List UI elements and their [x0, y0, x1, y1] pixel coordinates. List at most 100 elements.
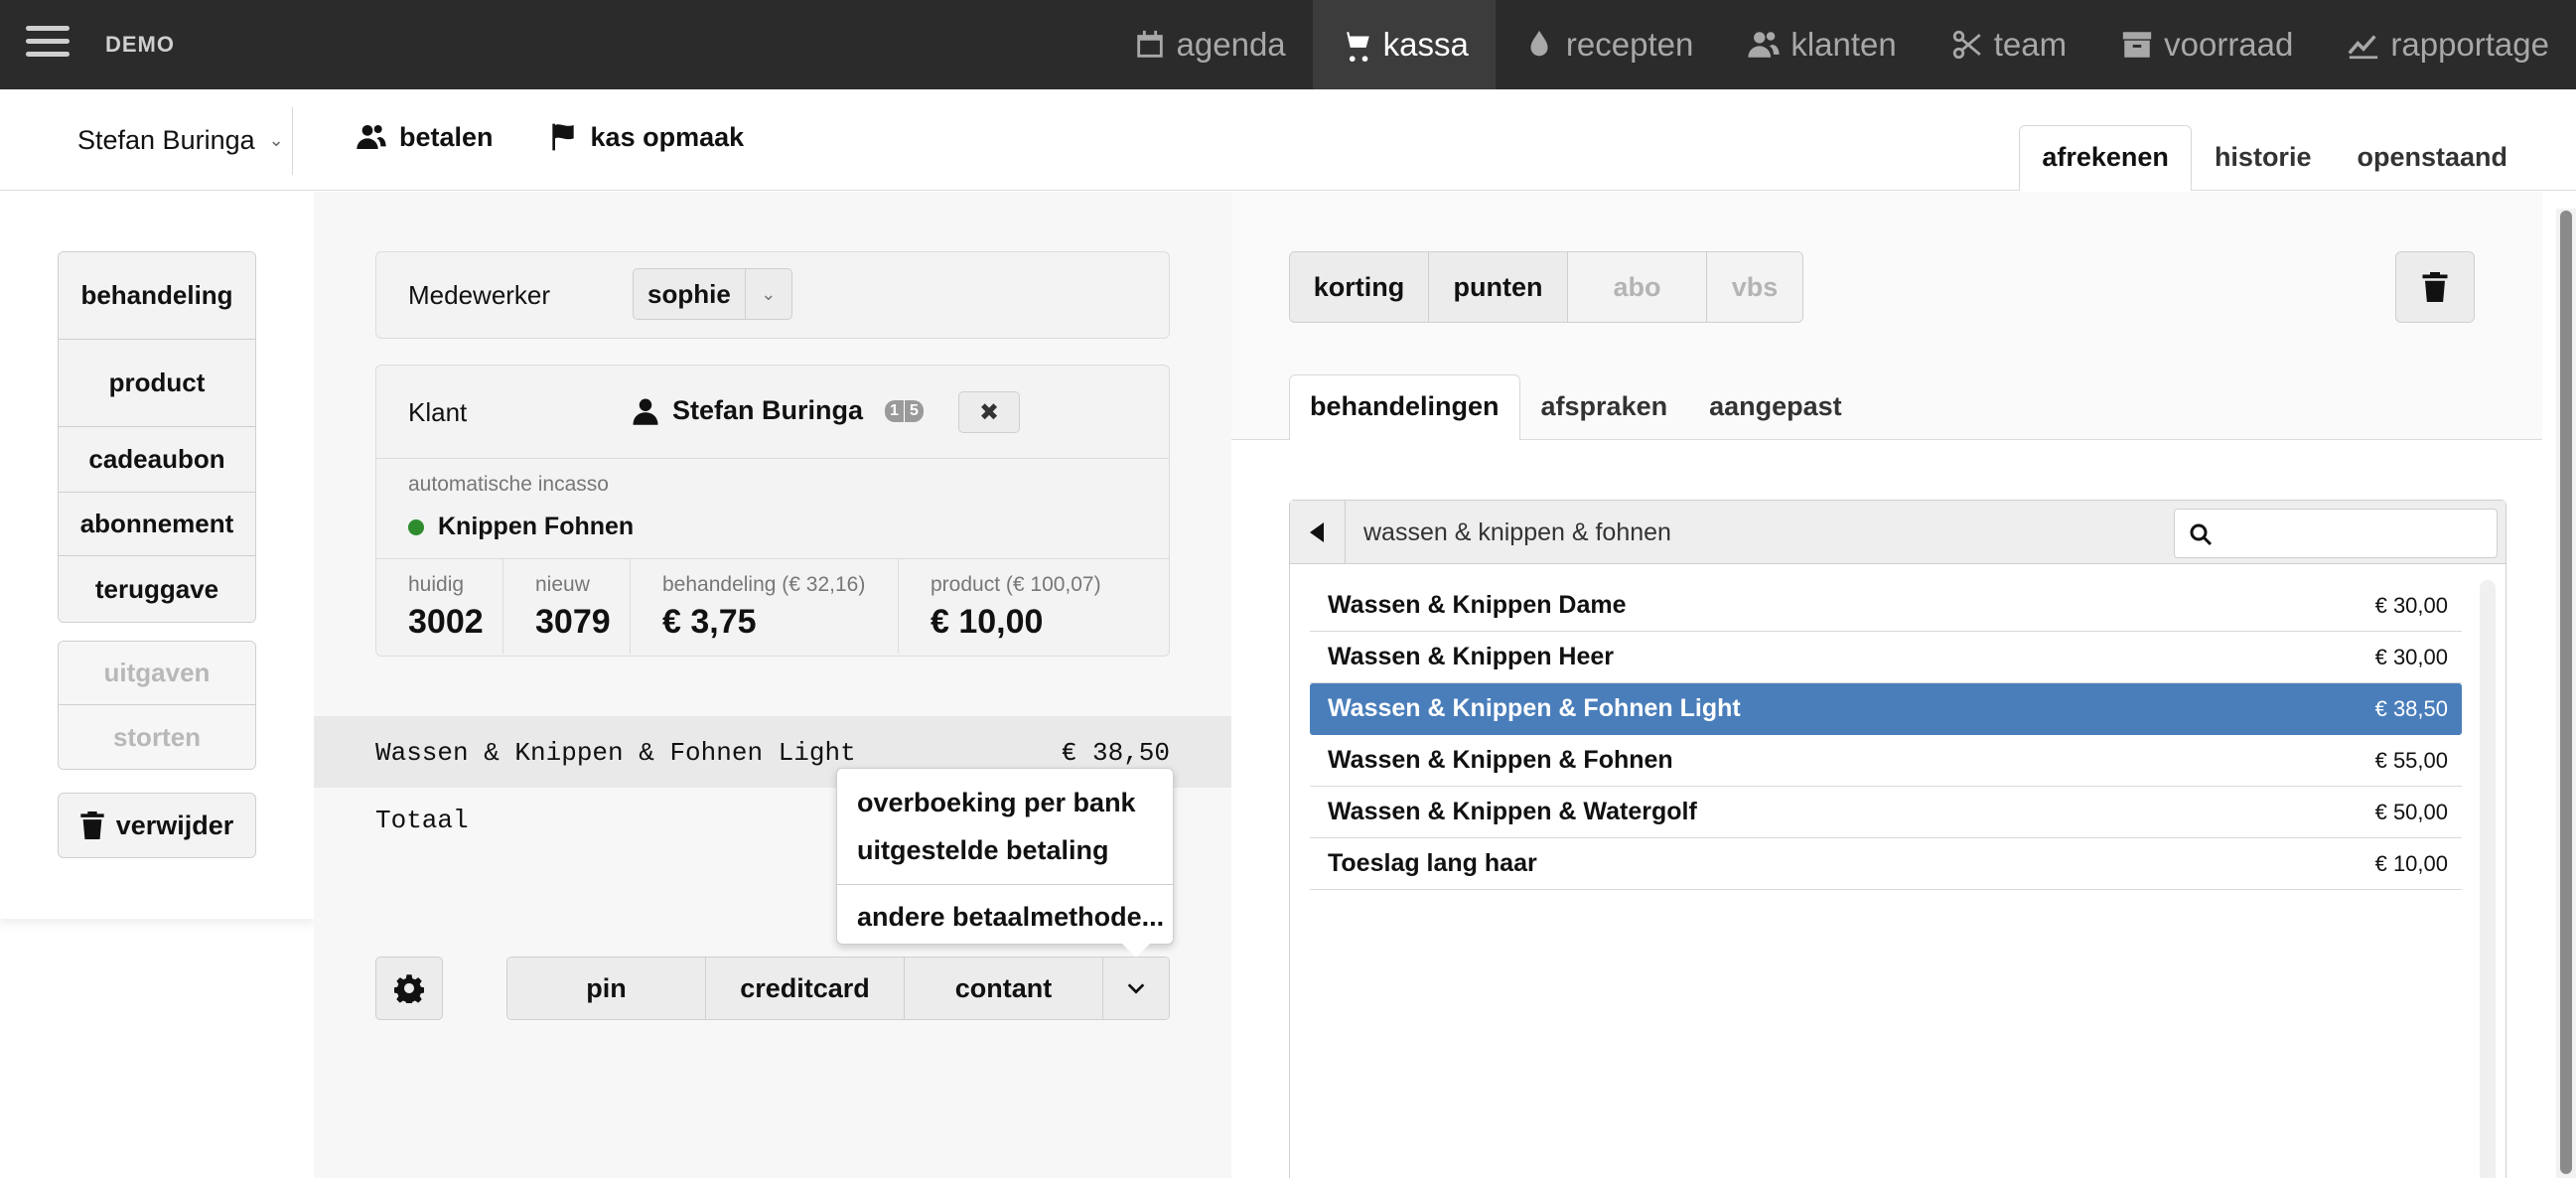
remove-klant-button[interactable]: ✖ — [958, 391, 1020, 433]
nav-voorraad[interactable]: voorraad — [2093, 0, 2320, 89]
back-button[interactable] — [1290, 501, 1346, 564]
klant-badge: 15 — [885, 399, 924, 422]
badge-part: 5 — [904, 399, 924, 422]
vbs-button[interactable]: vbs — [1707, 252, 1802, 322]
dropdown-pointer — [1122, 944, 1150, 957]
menu-item-overboeking[interactable]: overboeking per bank — [837, 779, 1173, 826]
list-item[interactable]: Wassen & Knippen Heer € 30,00 — [1310, 632, 2462, 683]
incasso-label: automatische incasso — [408, 473, 609, 496]
search-field[interactable] — [2174, 509, 2498, 558]
treatment-list-panel: wassen & knippen & fohnen Wassen & Knipp… — [1289, 500, 2506, 1178]
abo-button[interactable]: abo — [1568, 252, 1707, 322]
nav-klanten[interactable]: klanten — [1720, 0, 1923, 89]
user-icon — [633, 398, 658, 425]
item-type-group: behandeling product cadeaubon abonnement… — [58, 251, 256, 623]
nav-agenda-label: agenda — [1176, 26, 1286, 63]
behandeling-button[interactable]: behandeling — [59, 252, 255, 340]
points-stats: huidig 3002 nieuw 3079 behandeling (€ 32… — [376, 558, 1169, 654]
item-name: Wassen & Knippen & Watergolf — [1328, 798, 1697, 825]
pin-button[interactable]: pin — [507, 957, 706, 1019]
scrollbar-thumb[interactable] — [2560, 211, 2572, 1174]
menu-item-uitgestelde-betaling[interactable]: uitgestelde betaling — [837, 826, 1173, 874]
verwijder-button[interactable]: verwijder — [58, 793, 256, 858]
verwijder-label: verwijder — [115, 810, 234, 840]
betalen-button[interactable]: betalen — [356, 121, 494, 153]
tab-behandelingen[interactable]: behandelingen — [1289, 374, 1520, 440]
right-toolbar: korting punten abo vbs behandelingen afs… — [1231, 192, 2542, 440]
list-item[interactable]: Wassen & Knippen & Watergolf € 50,00 — [1310, 787, 2462, 838]
nav-agenda[interactable]: agenda — [1106, 0, 1313, 89]
product-button[interactable]: product — [59, 340, 255, 427]
brand-label: DEMO — [105, 32, 175, 57]
tab-aangepast[interactable]: aangepast — [1688, 374, 1863, 440]
medewerker-label: Medewerker — [408, 280, 551, 310]
item-price: € 50,00 — [2374, 799, 2448, 824]
menu-item-andere-betaalmethode[interactable]: andere betaalmethode... — [837, 893, 1173, 941]
search-input[interactable] — [2222, 517, 2481, 549]
tab-afrekenen[interactable]: afrekenen — [2019, 125, 2192, 191]
payment-buttons: pin creditcard contant — [506, 957, 1170, 1020]
trash-icon — [80, 811, 104, 839]
more-payments-button[interactable] — [1103, 957, 1169, 1019]
klant-name-text: Stefan Buringa — [672, 395, 864, 425]
cash-group: uitgaven storten — [58, 641, 256, 770]
clear-button[interactable] — [2395, 251, 2475, 323]
contant-button[interactable]: contant — [905, 957, 1103, 1019]
divider — [292, 107, 293, 175]
list-item[interactable]: Toeslag lang haar € 10,00 — [1310, 838, 2462, 890]
badge-part: 1 — [885, 399, 905, 422]
payment-dropdown-menu: overboeking per bank uitgestelde betalin… — [836, 768, 1174, 945]
chevron-down-icon[interactable]: ⌄ — [746, 269, 791, 319]
user-select-value: Stefan Buringa — [77, 125, 255, 155]
chevron-down-icon: ⌄ — [268, 130, 284, 150]
uitgaven-button[interactable]: uitgaven — [59, 642, 255, 705]
korting-button[interactable]: korting — [1290, 252, 1429, 322]
kas-opmaak-label: kas opmaak — [590, 121, 745, 152]
list-scrollbar[interactable] — [2480, 580, 2496, 1178]
nav-kassa[interactable]: kassa — [1312, 0, 1496, 89]
search-icon — [2190, 523, 2213, 546]
incasso-value: Knippen Fohnen — [408, 513, 634, 541]
page-scrollbar[interactable] — [2556, 209, 2576, 1178]
abonnement-button[interactable]: abonnement — [59, 493, 255, 556]
cart-icon — [1341, 32, 1369, 62]
menu-icon[interactable] — [26, 26, 70, 62]
stat-value: € 10,00 — [930, 603, 1044, 641]
tab-afspraken[interactable]: afspraken — [1520, 374, 1689, 440]
user-select[interactable]: Stefan Buringa ⌄ — [77, 125, 284, 156]
settings-button[interactable] — [375, 957, 443, 1020]
klant-name[interactable]: Stefan Buringa 15 — [631, 395, 924, 426]
stat-value: 3079 — [535, 603, 611, 641]
medewerker-panel: Medewerker sophie ⌄ — [375, 251, 1170, 339]
left-column: behandeling product cadeaubon abonnement… — [0, 192, 314, 919]
stat-nieuw: nieuw 3079 — [503, 559, 631, 654]
stat-behandeling: behandeling (€ 32,16) € 3,75 — [631, 559, 899, 654]
catalog-tabs: behandelingen afspraken aangepast — [1289, 374, 1863, 440]
scissors-icon — [1952, 30, 1981, 60]
tab-historie[interactable]: historie — [2192, 125, 2335, 191]
punten-button[interactable]: punten — [1429, 252, 1568, 322]
kas-opmaak-button[interactable]: kas opmaak — [547, 121, 745, 153]
list-item[interactable]: Wassen & Knippen & Fohnen € 55,00 — [1310, 735, 2462, 787]
sub-header: Stefan Buringa ⌄ betalen kas opmaak afre… — [0, 89, 2576, 191]
item-price: € 55,00 — [2374, 747, 2448, 773]
cadeaubon-button[interactable]: cadeaubon — [59, 427, 255, 493]
teruggave-button[interactable]: teruggave — [59, 556, 255, 622]
nav-rapportage[interactable]: rapportage — [2320, 0, 2576, 89]
nav-recepten[interactable]: recepten — [1496, 0, 1720, 89]
item-name: Wassen & Knippen Heer — [1328, 643, 1615, 670]
tab-openstaand[interactable]: openstaand — [2334, 125, 2530, 191]
storten-button[interactable]: storten — [59, 705, 255, 769]
medewerker-select[interactable]: sophie ⌄ — [633, 268, 792, 320]
archive-icon — [2122, 32, 2152, 58]
nav-team[interactable]: team — [1924, 0, 2093, 89]
right-column: korting punten abo vbs behandelingen afs… — [1231, 192, 2576, 1178]
line-item-price: € 38,50 — [1061, 738, 1170, 768]
caret-left-icon — [1309, 522, 1324, 542]
creditcard-button[interactable]: creditcard — [706, 957, 905, 1019]
stat-label: nieuw — [535, 573, 590, 596]
stat-huidig: huidig 3002 — [376, 559, 503, 654]
list-item[interactable]: Wassen & Knippen Dame € 30,00 — [1310, 580, 2462, 632]
stat-label: huidig — [408, 573, 465, 596]
list-item-selected[interactable]: Wassen & Knippen & Fohnen Light € 38,50 — [1310, 683, 2462, 735]
